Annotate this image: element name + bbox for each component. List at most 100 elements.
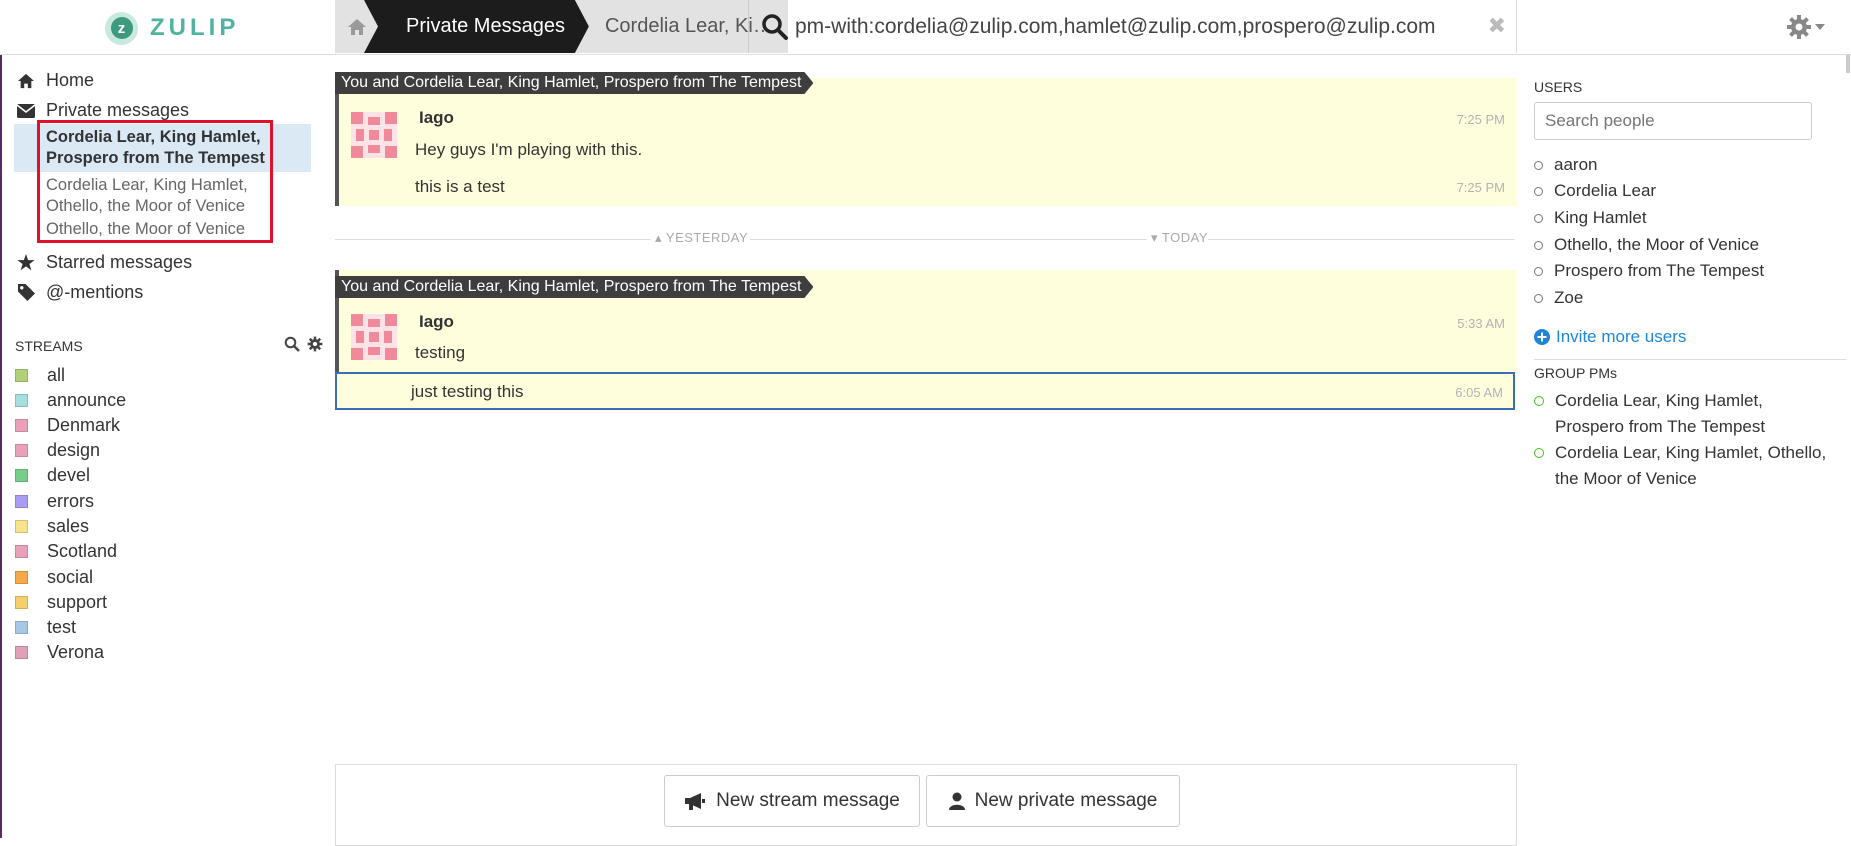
user-name: Othello, the Moor of Venice <box>1554 235 1760 254</box>
stream-item[interactable]: design <box>15 440 100 461</box>
stream-item[interactable]: test <box>15 617 76 638</box>
star-icon <box>16 253 36 273</box>
user-avatar[interactable] <box>351 112 397 158</box>
stream-name: all <box>47 365 66 385</box>
logo-letter: z <box>110 17 133 39</box>
pm-conversation-line: Prospero from The Tempest <box>46 149 265 167</box>
nav-starred-label: Starred messages <box>46 252 193 272</box>
search-people-input[interactable] <box>1534 102 1812 140</box>
stream-settings-gear-icon[interactable] <box>307 336 323 352</box>
private-messages-breadcrumb[interactable]: Private Messages <box>364 0 589 53</box>
date-separator: ▴ YESTERDAY ▾ TODAY <box>335 230 1515 248</box>
nav-private-messages[interactable]: Private messages <box>16 100 189 121</box>
users-header: USERS <box>1534 79 1583 95</box>
stream-item[interactable]: Scotland <box>15 541 117 562</box>
stream-item[interactable]: devel <box>15 465 90 486</box>
pm-conversation-list: Cordelia Lear, King Hamlet, Prospero fro… <box>14 124 311 240</box>
brand-logo-link[interactable]: z ZULIP <box>105 11 239 45</box>
message-time[interactable]: 7:25 PM <box>1457 112 1505 127</box>
user-list-item[interactable]: Cordelia Lear <box>1534 181 1656 201</box>
message-time[interactable]: 5:33 AM <box>1457 316 1505 331</box>
group-pm-line: Cordelia Lear, King Hamlet, <box>1555 391 1763 410</box>
stream-name: social <box>47 567 94 587</box>
user-icon <box>948 792 965 810</box>
user-list-item[interactable]: Zoe <box>1534 288 1583 308</box>
pm-conversation-item[interactable]: Cordelia Lear, King Hamlet, Prospero fro… <box>14 124 311 172</box>
pm-conversation-line: Othello, the Moor of Venice <box>46 197 246 215</box>
user-name: Cordelia Lear <box>1554 181 1657 200</box>
user-avatar[interactable] <box>351 314 397 360</box>
presence-idle-icon <box>1534 186 1543 196</box>
presence-idle-icon <box>1534 160 1543 170</box>
group-pm-item[interactable]: Cordelia Lear, King Hamlet, Othello, the … <box>1534 440 1846 492</box>
gear-icon <box>1787 15 1811 39</box>
user-name: King Hamlet <box>1554 208 1647 227</box>
recipient-bar[interactable]: You and Cordelia Lear, King Hamlet, Pros… <box>335 276 813 298</box>
stream-item[interactable]: social <box>15 567 93 588</box>
stream-color-swatch <box>15 394 28 407</box>
message-time[interactable]: 7:25 PM <box>1457 180 1505 195</box>
message-content: Hey guys I'm playing with this. <box>415 140 643 159</box>
envelope-icon <box>16 101 36 121</box>
nav-home[interactable]: Home <box>16 70 94 91</box>
message-sender[interactable]: Iago <box>419 312 454 332</box>
stream-item[interactable]: errors <box>15 491 94 512</box>
selected-message[interactable]: just testing this 6:05 AM <box>335 372 1515 410</box>
plus-circle-icon <box>1534 329 1550 345</box>
pm-conversation-item[interactable]: Othello, the Moor of Venice <box>14 217 311 240</box>
chevron-down-icon <box>1815 24 1825 30</box>
stream-item[interactable]: all <box>15 365 65 386</box>
presence-idle-icon <box>1534 213 1543 223</box>
message-content: this is a test <box>415 177 505 196</box>
stream-item[interactable]: support <box>15 592 107 613</box>
nav-mentions[interactable]: @-mentions <box>16 282 143 303</box>
user-list-item[interactable]: aaron <box>1534 155 1597 175</box>
group-pm-item[interactable]: Cordelia Lear, King Hamlet, Prospero from… <box>1534 388 1846 440</box>
search-streams-icon[interactable] <box>284 336 300 352</box>
new-private-message-label: New private message <box>974 790 1158 811</box>
top-navbar: z ZULIP Private Messages Cordelia Lear, … <box>0 0 1851 55</box>
stream-color-swatch <box>15 520 28 533</box>
presence-active-icon <box>1534 396 1544 406</box>
stream-item[interactable]: Denmark <box>15 415 120 436</box>
user-name: aaron <box>1554 155 1598 174</box>
invite-label: Invite more users <box>1556 327 1687 346</box>
stream-color-swatch <box>15 646 28 659</box>
scrollbar[interactable] <box>1846 55 1850 73</box>
stream-name: errors <box>47 491 95 511</box>
date-today-label: TODAY <box>1161 230 1208 245</box>
message-group: Iago 7:25 PM Hey guys I'm playing with t… <box>335 78 1517 206</box>
clear-search-icon[interactable]: ✖ <box>1488 14 1506 39</box>
stream-item[interactable]: Verona <box>15 642 104 663</box>
stream-color-swatch <box>15 469 28 482</box>
pm-conversation-line: Cordelia Lear, King Hamlet, <box>46 176 248 194</box>
stream-name: Verona <box>47 642 105 662</box>
stream-item[interactable]: announce <box>15 390 126 411</box>
tag-icon <box>16 283 36 303</box>
stream-color-swatch <box>15 495 28 508</box>
pm-conversation-item[interactable]: Cordelia Lear, King Hamlet, Othello, the… <box>14 172 311 217</box>
message-sender[interactable]: Iago <box>419 108 454 128</box>
recipient-bar[interactable]: You and Cordelia Lear, King Hamlet, Pros… <box>335 72 813 94</box>
search-bar[interactable]: pm-with:cordelia@zulip.com,hamlet@zulip.… <box>748 0 1517 53</box>
new-stream-message-button[interactable]: New stream message <box>664 775 920 827</box>
user-list-item[interactable]: Prospero from The Tempest <box>1534 261 1764 281</box>
search-input[interactable]: pm-with:cordelia@zulip.com,hamlet@zulip.… <box>795 15 1485 39</box>
presence-idle-icon <box>1534 240 1543 250</box>
stream-name: test <box>47 617 77 637</box>
message-time[interactable]: 6:05 AM <box>1455 385 1503 400</box>
settings-menu-button[interactable] <box>1786 14 1825 40</box>
group-pm-line: Cordelia Lear, King Hamlet, Othello, <box>1555 443 1827 462</box>
user-list-item[interactable]: King Hamlet <box>1534 208 1647 228</box>
window-edge <box>0 0 2 838</box>
user-name: Prospero from The Tempest <box>1554 261 1765 280</box>
nav-starred-messages[interactable]: Starred messages <box>16 252 192 273</box>
stream-item[interactable]: sales <box>15 516 89 537</box>
invite-users-link[interactable]: Invite more users <box>1534 327 1686 347</box>
new-private-message-button[interactable]: New private message <box>926 775 1180 827</box>
user-name: Zoe <box>1554 288 1584 307</box>
stream-name: design <box>47 440 101 460</box>
search-icon[interactable] <box>761 13 789 41</box>
stream-color-swatch <box>15 596 28 609</box>
user-list-item[interactable]: Othello, the Moor of Venice <box>1534 235 1759 255</box>
